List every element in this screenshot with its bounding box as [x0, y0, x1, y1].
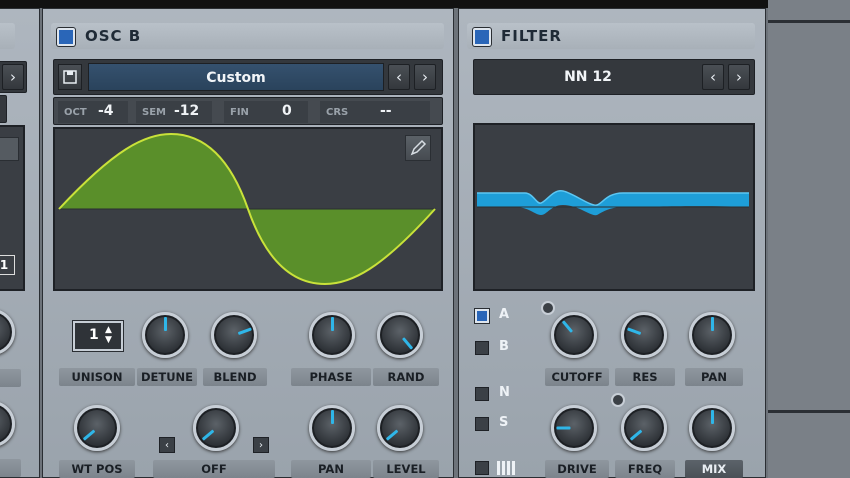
osc-a-header — [0, 23, 15, 49]
phase-label: PHASE — [291, 368, 371, 386]
fin-label: FIN — [230, 107, 249, 118]
wavetable-next-button[interactable]: › — [414, 64, 436, 90]
osc-pan-knob[interactable] — [309, 405, 355, 451]
filter-pan-label: PAN — [685, 368, 743, 386]
res-label: RES — [615, 368, 675, 386]
osc-a-next-button[interactable]: › — [2, 64, 24, 90]
sem-label: SEM — [142, 107, 166, 118]
detune-label: DETUNE — [137, 368, 197, 386]
filter-header: FILTER — [467, 23, 755, 49]
crs-field[interactable]: CRS -- — [320, 101, 430, 123]
cutoff-mod-icon[interactable] — [541, 301, 555, 315]
filter-type-bar: NN 12 ‹ › — [473, 59, 755, 95]
waveform-graph — [58, 132, 436, 286]
route-b-label: B — [499, 339, 509, 354]
filter-power-toggle[interactable] — [473, 28, 491, 46]
blend-label: BLEND — [203, 368, 267, 386]
osc-a-param-bar — [0, 95, 7, 123]
freq-label: FREQ — [615, 460, 675, 478]
warp-prev-button[interactable]: ‹ — [159, 437, 175, 453]
mix-label: MIX — [685, 460, 743, 478]
osc-a-label-2 — [0, 459, 21, 477]
osc-a-panel: › 1 — [0, 8, 40, 478]
filter-pan-knob[interactable] — [689, 312, 735, 358]
rand-label: RAND — [373, 368, 439, 386]
rand-knob[interactable] — [377, 312, 423, 358]
right-divider-top — [768, 20, 850, 23]
osc-a-knob-2[interactable] — [0, 401, 15, 447]
unison-stepper[interactable]: 1 ▲ ▼ — [73, 321, 123, 351]
filter-type-field[interactable]: NN 12 — [476, 64, 700, 90]
freq-knob[interactable] — [621, 405, 667, 451]
crs-label: CRS — [326, 107, 349, 118]
wavetable-name-field[interactable]: Custom — [88, 63, 384, 91]
unison-label: UNISON — [59, 368, 135, 386]
oct-field[interactable]: OCT -4 — [58, 101, 128, 123]
filter-prev-button[interactable]: ‹ — [702, 64, 724, 90]
filter-title: FILTER — [501, 27, 562, 45]
filter-response-display — [473, 123, 755, 291]
osc-a-wave-display: 1 — [0, 125, 25, 291]
route-a-label: A — [499, 307, 510, 322]
osc-b-header: OSC B — [51, 23, 444, 49]
sem-field[interactable]: SEM -12 — [136, 101, 212, 123]
route-s-checkbox[interactable] — [475, 417, 489, 431]
unison-value: 1 — [89, 327, 99, 343]
warp-next-button[interactable]: › — [253, 437, 269, 453]
osc-b-wavetable-bar: Custom ‹ › — [53, 59, 443, 95]
freq-mod-icon[interactable] — [611, 393, 625, 407]
mix-knob[interactable] — [689, 405, 735, 451]
osc-a-edit-icon[interactable] — [0, 137, 19, 161]
res-knob[interactable] — [621, 312, 667, 358]
edit-wave-icon[interactable] — [405, 135, 431, 161]
drive-label: DRIVE — [545, 460, 609, 478]
osc-pan-label: PAN — [291, 460, 371, 478]
detune-knob[interactable] — [142, 312, 188, 358]
wt-pos-label: WT POS — [59, 460, 135, 478]
warp-mode-label[interactable]: OFF — [153, 460, 275, 478]
osc-b-title: OSC B — [85, 27, 142, 45]
crs-value: -- — [380, 103, 392, 119]
oct-label: OCT — [64, 107, 87, 118]
cutoff-label: CUTOFF — [545, 368, 609, 386]
top-bar — [0, 0, 770, 8]
route-b-checkbox[interactable] — [475, 341, 489, 355]
oct-value: -4 — [98, 103, 114, 119]
filter-curve-graph — [477, 190, 749, 216]
filter-next-button[interactable]: › — [728, 64, 750, 90]
wt-pos-knob[interactable] — [74, 405, 120, 451]
route-a-checkbox[interactable] — [475, 309, 489, 323]
level-knob[interactable] — [377, 405, 423, 451]
filter-panel: FILTER NN 12 ‹ › A B N S CUTOFF RES PAN … — [458, 8, 766, 478]
phase-knob[interactable] — [309, 312, 355, 358]
keytrack-checkbox[interactable] — [475, 461, 489, 475]
route-s-label: S — [499, 415, 509, 430]
osc-a-label-1 — [0, 369, 21, 387]
piano-icon — [497, 461, 515, 475]
cutoff-knob[interactable] — [551, 312, 597, 358]
osc-a-nav-bar: › — [0, 61, 27, 93]
blend-knob[interactable] — [211, 312, 257, 358]
stepper-arrows-icon: ▲ ▼ — [105, 325, 112, 345]
warp-knob[interactable] — [193, 405, 239, 451]
osc-b-power-toggle[interactable] — [57, 28, 75, 46]
route-n-checkbox[interactable] — [475, 387, 489, 401]
fin-field[interactable]: FIN 0 — [224, 101, 308, 123]
level-label: LEVEL — [373, 460, 439, 478]
drive-knob[interactable] — [551, 405, 597, 451]
right-background — [768, 0, 850, 478]
fin-value: 0 — [282, 103, 292, 119]
right-divider-bottom — [768, 410, 850, 413]
route-n-label: N — [499, 385, 510, 400]
wavetable-prev-button[interactable]: ‹ — [388, 64, 410, 90]
osc-a-value-box[interactable]: 1 — [0, 255, 15, 275]
osc-a-knob-1[interactable] — [0, 309, 15, 355]
save-icon[interactable] — [58, 64, 82, 90]
osc-b-panel: OSC B Custom ‹ › OCT -4 SEM -12 FIN 0 CR… — [42, 8, 454, 478]
sem-value: -12 — [174, 103, 200, 119]
osc-b-wave-display[interactable] — [53, 127, 443, 291]
osc-b-param-bar: OCT -4 SEM -12 FIN 0 CRS -- — [53, 97, 443, 125]
